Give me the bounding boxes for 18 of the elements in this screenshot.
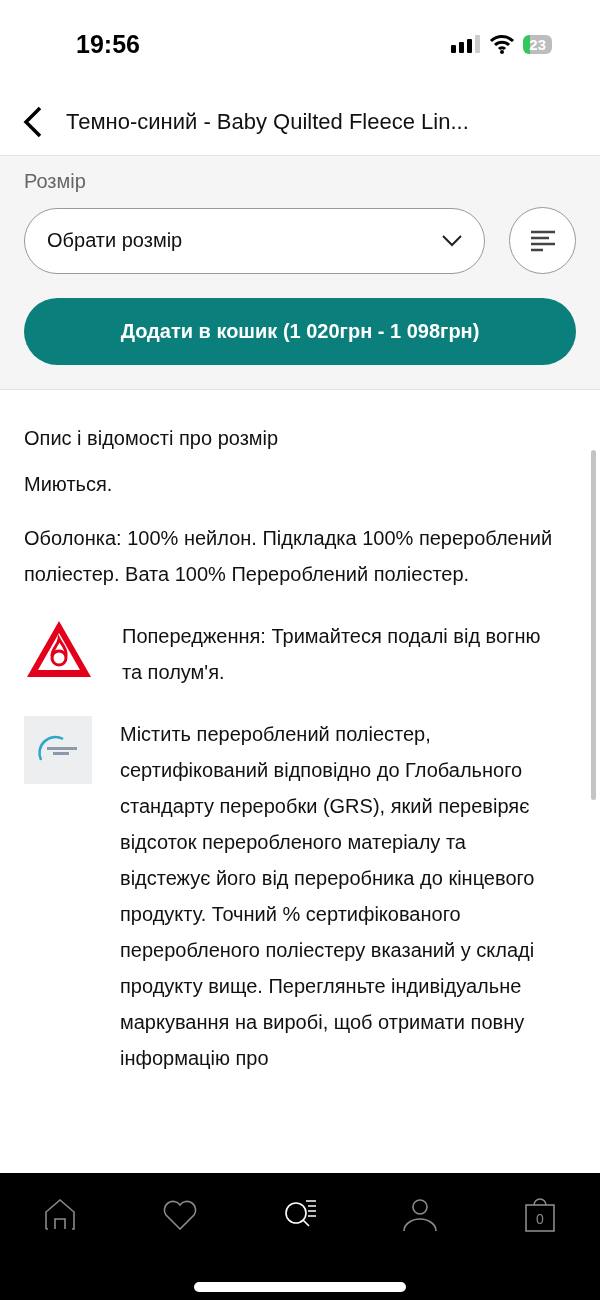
status-time: 19:56 xyxy=(76,29,140,59)
notice-text: Містить перероблений поліестер, сертифікований відповідно до Глобального стандарту переробки (GRS), який перевіряє відсоток переробленого матеріалу та відстежує його від переробника до кінцевого продукту. Точний % сертифікованого переробленого поліестеру вказаний у складі продукту вище. Перегляньте індивідуальне маркування на виробі, щоб отримати повну інформацію про xyxy=(120,722,536,1071)
description-heading: Опис і відомості про розмір xyxy=(24,426,280,451)
back-icon[interactable] xyxy=(22,104,44,139)
wifi-icon xyxy=(489,34,516,54)
chevron-down-icon xyxy=(442,234,462,247)
product-title: Темно-синий - Baby Quilted Fleece Lin... xyxy=(66,108,469,135)
notice-text: Попередження: Тримайтеся подалі від вогню та полум'я. xyxy=(122,624,542,685)
lines-icon xyxy=(529,229,556,252)
description-text: Оболонка: 100% нейлон. Підкладка 100% перероблений поліестер. Вата 100% Перероблений поліестер. xyxy=(24,526,554,587)
description-text: Миються. xyxy=(24,472,114,497)
recycled-standard-logo xyxy=(24,716,92,784)
signal-icon xyxy=(451,35,482,53)
bag-count: 0 xyxy=(535,1211,545,1227)
tab-bar-item[interactable]: 0 xyxy=(510,1195,570,1245)
size-label: Розмір xyxy=(24,170,87,193)
size-select[interactable]: Обрати розмір xyxy=(24,207,485,274)
add-to-cart-button[interactable]: Додати в кошик (1 020грн - 1 098грн) xyxy=(24,298,576,365)
